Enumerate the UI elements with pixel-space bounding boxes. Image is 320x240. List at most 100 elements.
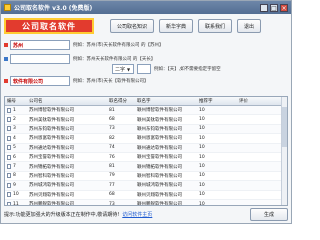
homepage-link[interactable]: 访问软件主页 (122, 211, 152, 218)
recommend-cell: 10 (199, 145, 205, 151)
row-id: 6 (13, 154, 16, 160)
exit-button[interactable]: 退出 (237, 19, 262, 33)
generate-button[interactable]: 生成 (250, 207, 288, 221)
name-cell: 颖州宝誉软件有限公司 (137, 155, 182, 161)
row-id-cell: 7 (5, 162, 27, 170)
status-text: 提示:功能更加强大的升级版本正在制作中,敬请期待! (4, 211, 120, 218)
name-mode-select[interactable]: 二字 ▼ (112, 64, 134, 74)
rating-cell (237, 115, 267, 123)
col-recommend[interactable]: 推荐字 (197, 97, 237, 105)
minimize-button[interactable]: _ (260, 3, 268, 12)
col-id[interactable]: 编号 (5, 97, 27, 105)
company-cell: 苏州美钛软件有限公司 (29, 117, 74, 123)
recommend-cell: 10 (199, 154, 205, 160)
step-marker (4, 43, 8, 47)
name-cell: 颖州鹏锐软件有限公司 (137, 202, 182, 206)
rating-cell (237, 153, 267, 161)
table-row[interactable]: 10 苏州贝翔软件有限公司 68 颖州贝翔软件有限公司 10 (5, 191, 287, 200)
rating-cell (237, 144, 267, 152)
recommend-cell: 10 (199, 107, 205, 113)
score-cell: 73 (109, 126, 115, 132)
table-row[interactable]: 1 苏州博智软件有限公司 81 颖州博智软件有限公司 10 (5, 106, 287, 116)
row-id: 9 (13, 182, 16, 188)
table-row[interactable]: 6 苏州宝誉软件有限公司 76 颖州宝誉软件有限公司 10 (5, 153, 287, 163)
score-cell: 81 (109, 107, 115, 113)
naming-form: 苏州 例如：苏州(市)天长软件有限公司 的【苏州】 例如：苏州天长软件有限公司 … (4, 37, 288, 87)
col-score[interactable]: 取名得分 (107, 97, 135, 105)
scrollbar-thumb[interactable] (282, 107, 287, 147)
row-id-cell: 9 (5, 181, 27, 189)
score-cell: 68 (109, 117, 115, 123)
row-id-cell: 5 (5, 144, 27, 152)
naming-knowledge-button[interactable]: 公司取名知识 (110, 19, 155, 33)
rating-cell (237, 191, 267, 199)
row-id: 2 (13, 117, 16, 123)
rating-cell (237, 106, 267, 114)
industry-row: 软件有限公司 例如：苏州(市)天长【软件有限公司】 (4, 75, 288, 87)
score-cell: 79 (109, 173, 115, 179)
chevron-down-icon: ▼ (127, 66, 131, 72)
recommend-cell: 10 (199, 192, 205, 198)
col-rating[interactable]: 评价 (237, 97, 267, 105)
company-cell: 苏州智科软件有限公司 (29, 173, 74, 179)
row-id: 5 (13, 145, 16, 151)
table-row[interactable]: 7 苏州锦拓软件有限公司 81 颖州锦拓软件有限公司 10 (5, 162, 287, 172)
name-cell: 颖州贝翔软件有限公司 (137, 192, 182, 198)
document-icon (7, 164, 11, 170)
rating-cell (237, 125, 267, 133)
vertical-scrollbar[interactable] (281, 97, 287, 205)
city-input[interactable]: 苏州 (10, 40, 70, 50)
name-cell: 颖州锦拓软件有限公司 (137, 164, 182, 170)
name-mode-value: 二字 (115, 66, 126, 73)
document-icon (7, 154, 11, 160)
table-row[interactable]: 9 苏州城鸿软件有限公司 77 颖州城鸿软件有限公司 10 (5, 181, 287, 191)
document-icon (7, 107, 11, 113)
header: 公司取名软件 公司取名知识 新华字典 联系我们 退出 (4, 16, 288, 36)
row-id: 7 (13, 164, 16, 170)
recommend-cell: 10 (199, 164, 205, 170)
name-cell: 颖州城鸿软件有限公司 (137, 183, 182, 189)
industry-input[interactable]: 软件有限公司 (10, 76, 70, 86)
row-id: 10 (13, 192, 19, 198)
recommend-cell: 10 (199, 173, 205, 179)
dictionary-button[interactable]: 新华字典 (159, 19, 194, 33)
col-company[interactable]: 公司名 (27, 97, 107, 105)
city-hint: 例如：苏州(市)天长软件有限公司 的【苏州】 (73, 43, 164, 48)
score-cell: 74 (109, 145, 115, 151)
table-header: 编号 公司名 取名得分 取名字 推荐字 评价 (5, 97, 287, 106)
name-cell: 颖州恩富软件有限公司 (137, 136, 182, 142)
name-extra-hint: 例如：【天】,如不需要指定字留空 (154, 67, 221, 72)
table-row[interactable]: 8 苏州智科软件有限公司 79 颖州智科软件有限公司 10 (5, 172, 287, 182)
row-id-cell: 8 (5, 172, 27, 180)
col-name[interactable]: 取名字 (135, 97, 197, 105)
document-icon (7, 126, 11, 132)
company-cell: 苏州宝誉软件有限公司 (29, 155, 74, 161)
toolbar: 公司取名知识 新华字典 联系我们 退出 (110, 19, 262, 33)
name-input[interactable] (10, 54, 70, 64)
score-cell: 68 (109, 192, 115, 198)
recommend-cell: 10 (199, 182, 205, 188)
table-row[interactable]: 11 苏州鹏锐软件有限公司 73 颖州鹏锐软件有限公司 10 (5, 199, 287, 206)
name-hint: 例如：苏州天长软件有限公司 的【天长】 (73, 57, 156, 62)
app-icon (4, 4, 11, 11)
name-cell: 颖州智科软件有限公司 (137, 173, 182, 179)
table-row[interactable]: 4 苏州恩富软件有限公司 82 颖州恩富软件有限公司 10 (5, 134, 287, 144)
name-mode-row: 二字 ▼ 例如：【天】,如不需要指定字留空 (112, 63, 288, 75)
row-id: 1 (13, 107, 16, 113)
maximize-button[interactable]: □ (270, 3, 278, 12)
name-extra-input[interactable] (137, 64, 151, 74)
name-cell: 颖州东钧软件有限公司 (137, 126, 182, 132)
document-icon (7, 145, 11, 151)
table-row[interactable]: 5 苏州通达软件有限公司 74 颖州通达软件有限公司 10 (5, 143, 287, 153)
table-row[interactable]: 2 苏州美钛软件有限公司 68 颖州美钛软件有限公司 10 (5, 115, 287, 125)
score-cell: 76 (109, 154, 115, 160)
row-id: 3 (13, 126, 16, 132)
document-icon (7, 192, 11, 198)
contact-us-button[interactable]: 联系我们 (198, 19, 233, 33)
close-button[interactable]: × (280, 3, 288, 12)
table-body: 1 苏州博智软件有限公司 81 颖州博智软件有限公司 10 2 苏州美钛软件有限公司 68 颖州… (5, 106, 287, 206)
table-row[interactable]: 3 苏州东钧软件有限公司 73 颖州东钧软件有限公司 10 (5, 124, 287, 135)
company-cell: 苏州鹏锐软件有限公司 (29, 202, 74, 206)
score-cell: 77 (109, 182, 115, 188)
row-id-cell: 2 (5, 115, 27, 123)
